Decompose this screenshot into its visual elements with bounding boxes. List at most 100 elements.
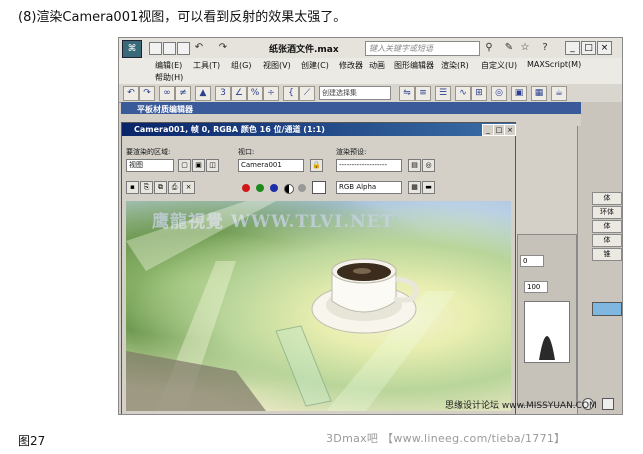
rendered-frame-window: Camera001, 帧 0, RGBA 颜色 16 位/通道 (1:1) _ …	[121, 122, 516, 414]
menu-views[interactable]: 视图(V)	[263, 60, 291, 71]
curve-editor-icon[interactable]: ∿	[455, 86, 471, 101]
param-field-1[interactable]: 0	[520, 255, 544, 267]
command-tab-4[interactable]: 体	[592, 234, 622, 247]
tools-icon[interactable]: ✎	[503, 42, 515, 54]
material-editor-icon[interactable]: ◎	[491, 86, 507, 101]
mono-icon[interactable]	[298, 184, 306, 192]
menu-modifiers[interactable]: 修改器	[339, 60, 363, 71]
redo-tool-icon[interactable]: ↷	[139, 86, 155, 101]
render-setup-small-icon[interactable]: ▤	[408, 159, 421, 172]
color-swatch[interactable]	[592, 302, 622, 316]
command-tab-5[interactable]: 锥	[592, 248, 622, 261]
named-selection-dropdown[interactable]: 创建选择集	[319, 86, 391, 100]
minimize-button[interactable]: _	[565, 41, 580, 55]
schematic-icon[interactable]: ⊞	[471, 86, 487, 101]
rendered-frame-title: Camera001, 帧 0, RGBA 颜色 16 位/通道 (1:1)	[134, 125, 325, 134]
edit-region-icon[interactable]: ▢	[178, 159, 191, 172]
red-channel-icon[interactable]	[242, 184, 250, 192]
render-setup-icon[interactable]: ▣	[511, 86, 527, 101]
render-frame-icon[interactable]: ▦	[531, 86, 547, 101]
command-tab-2[interactable]: 环体	[592, 206, 622, 219]
region-select-icon[interactable]: ◫	[206, 159, 219, 172]
select-icon[interactable]: ▲	[195, 86, 211, 101]
save-file-icon[interactable]	[177, 42, 190, 55]
binoculars-icon[interactable]: ⚲	[483, 42, 495, 54]
main-toolbar: ↶ ↷ ∞ ≠ ▲ 3 ∠ % ÷ { ⟋ 创建选择集 ⇋ ≡ ☰ ∿ ⊞ ◎ …	[119, 84, 622, 103]
align-icon[interactable]: ≡	[415, 86, 431, 101]
file-title: 纸张酒文件.max	[269, 45, 339, 55]
viewport-dropdown[interactable]: Camera001	[238, 159, 304, 172]
help-icon[interactable]: ?	[539, 42, 551, 54]
light-streak-1	[126, 201, 276, 271]
green-channel-icon[interactable]	[256, 184, 264, 192]
area-label: 要渲染的区域:	[126, 148, 171, 156]
percent-snap-icon[interactable]: %	[247, 86, 263, 101]
highlight-curve-graph	[524, 301, 570, 363]
material-params-panel: 0 100	[517, 234, 577, 406]
unlink-icon[interactable]: ≠	[175, 86, 191, 101]
auto-region-icon[interactable]: ▣	[192, 159, 205, 172]
command-tab-3[interactable]: 体	[592, 220, 622, 233]
mirror-tool-icon[interactable]: ⇋	[399, 86, 415, 101]
preset-dropdown[interactable]: -------------------	[336, 159, 402, 172]
nav-maximize-icon[interactable]	[602, 398, 614, 410]
menu-tools[interactable]: 工具(T)	[193, 60, 220, 71]
figure-label: 图27	[18, 434, 46, 448]
render-scene-svg	[126, 201, 456, 411]
menu-help[interactable]: 帮助(H)	[155, 72, 183, 83]
angle-snap-icon[interactable]: ∠	[231, 86, 247, 101]
print-icon[interactable]: ⎙	[168, 181, 181, 194]
display-channel-icon[interactable]: ▦	[408, 181, 421, 194]
menu-maxscript[interactable]: MAXScript(M)	[527, 60, 581, 69]
menu-rendering[interactable]: 渲染(R)	[441, 60, 469, 71]
undo-tool-icon[interactable]: ↶	[123, 86, 139, 101]
viewport-label: 视口:	[238, 148, 255, 156]
search-input[interactable]: 键入关键字或短语	[365, 41, 480, 56]
layers-icon[interactable]: ☰	[435, 86, 451, 101]
rendered-frame-title-bar: Camera001, 帧 0, RGBA 颜色 16 位/通道 (1:1) _ …	[122, 123, 516, 136]
maximize-button[interactable]: □	[581, 41, 596, 55]
environment-icon[interactable]: ◎	[422, 159, 435, 172]
close-button[interactable]: ×	[597, 41, 612, 55]
redo-icon[interactable]: ↷	[217, 42, 229, 54]
menu-edit[interactable]: 编辑(E)	[155, 60, 182, 71]
param-field-2[interactable]: 100	[524, 281, 548, 293]
edit-named-sel-icon[interactable]: {	[283, 86, 299, 101]
article-caption: (8)渲染Camera001视图，可以看到反射的效果太强了。	[18, 10, 347, 25]
save-image-icon[interactable]: ▪	[126, 181, 139, 194]
rendered-image: 鹰龍視覺 WWW.TLVI.NET	[126, 201, 511, 411]
undo-icon[interactable]: ↶	[193, 42, 205, 54]
command-tab-1[interactable]: 体	[592, 192, 622, 205]
swatch-icon[interactable]	[312, 181, 326, 194]
area-dropdown[interactable]: 视图	[126, 159, 174, 172]
clear-icon[interactable]: ×	[182, 181, 195, 194]
menu-group[interactable]: 组(G)	[231, 60, 251, 71]
rwin-close-button[interactable]: ×	[504, 124, 516, 136]
preset-label: 渲染预设:	[336, 148, 367, 156]
blue-channel-icon[interactable]	[270, 184, 278, 192]
open-file-icon[interactable]	[163, 42, 176, 55]
highlight-curve-svg	[525, 336, 569, 360]
menu-create[interactable]: 创建(C)	[301, 60, 329, 71]
render-icon[interactable]: ☕	[551, 86, 567, 101]
toggle-ui-icon[interactable]: ▬	[422, 181, 435, 194]
star-icon[interactable]: ☆	[519, 42, 531, 54]
spinner-snap-icon[interactable]: ÷	[263, 86, 279, 101]
clone-window-icon[interactable]: ⧉	[154, 181, 167, 194]
max-logo-icon[interactable]: ⌘	[122, 40, 142, 58]
coffee-highlight	[353, 268, 371, 274]
max-title-bar: ⌘ ↶ ↷ 纸张酒文件.max 键入关键字或短语 ⚲ ✎ ☆ ? _ □ ×	[119, 38, 622, 59]
command-panel: 体 环体 体 体 锥	[577, 102, 622, 414]
channel-dropdown[interactable]: RGB Alpha	[336, 181, 402, 194]
menu-graph-editors[interactable]: 图形编辑器	[394, 60, 434, 71]
new-file-icon[interactable]	[149, 42, 162, 55]
screenshot-frame: ⌘ ↶ ↷ 纸张酒文件.max 键入关键字或短语 ⚲ ✎ ☆ ? _ □ × 编…	[118, 37, 623, 415]
link-icon[interactable]: ∞	[159, 86, 175, 101]
snap-icon[interactable]: 3	[215, 86, 231, 101]
copy-image-icon[interactable]: ⎘	[140, 181, 153, 194]
lock-icon[interactable]: 🔒	[310, 159, 323, 172]
menu-customize[interactable]: 自定义(U)	[481, 60, 517, 71]
mirror-icon[interactable]: ⟋	[299, 86, 315, 101]
menu-animation[interactable]: 动画	[369, 60, 385, 71]
alpha-channel-icon[interactable]	[284, 184, 294, 194]
